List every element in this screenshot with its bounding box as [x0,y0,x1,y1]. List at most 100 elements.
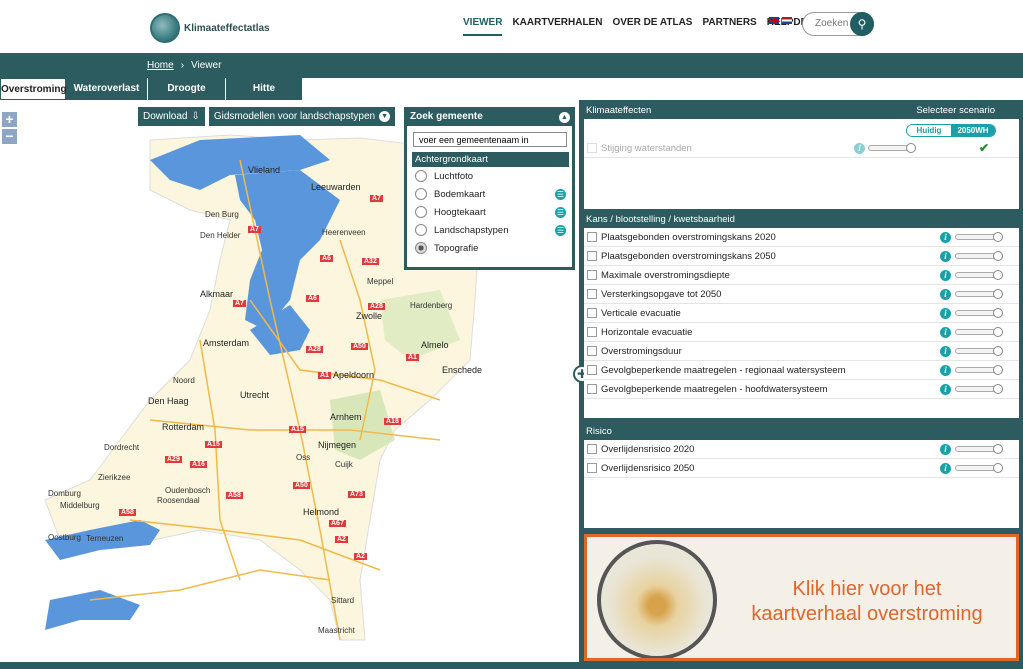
scenario-huidig[interactable]: Huidig [907,125,951,136]
place-middelburg: Middelburg [60,501,100,510]
opacity-slider[interactable] [955,270,1003,280]
basemap-option-topografie[interactable]: Topografie [407,239,572,257]
layer-row: Maximale overstromingsdiepte i [584,266,1019,285]
radio-button-selected[interactable] [415,242,427,254]
radio-button[interactable] [415,224,427,236]
layer-checkbox[interactable] [587,308,597,318]
english-flag-icon[interactable] [769,17,779,24]
info-icon[interactable]: i [940,250,951,262]
opacity-slider[interactable] [955,232,1003,242]
slider-knob[interactable] [993,308,1003,318]
legend-icon[interactable]: ☰ [555,188,566,200]
basemap-option-bodemkaart[interactable]: Bodemkaart ☰ [407,185,572,203]
tab-droogte[interactable]: Droogte [148,78,226,100]
info-icon[interactable]: i [940,231,951,243]
zoom-in-button[interactable]: + [2,112,17,127]
slider-knob[interactable] [993,444,1003,454]
nav-viewer[interactable]: VIEWER [463,17,503,36]
opacity-slider[interactable] [955,384,1003,394]
slider-knob[interactable] [993,365,1003,375]
radio-button[interactable] [415,188,427,200]
download-button[interactable]: Download ⇩ [138,107,205,126]
place-rotterdam: Rotterdam [162,422,205,432]
slider-knob[interactable] [993,384,1003,394]
slider-knob[interactable] [993,289,1003,299]
slider-knob[interactable] [993,346,1003,356]
info-icon[interactable]: i [940,462,951,474]
dutch-flag-icon[interactable] [782,17,792,24]
layer-checkbox[interactable] [587,346,597,356]
radio-button[interactable] [415,170,427,182]
road-shield: A7 [248,226,261,233]
road-shield: A50 [293,482,310,489]
layer-row: Horizontale evacuatie i [584,323,1019,342]
layer-checkbox[interactable] [587,384,597,394]
opacity-slider[interactable] [955,346,1003,356]
basemap-option-hoogtekaart[interactable]: Hoogtekaart ☰ [407,203,572,221]
info-icon[interactable]: i [854,142,865,154]
opacity-slider[interactable] [955,251,1003,261]
road-shield: A29 [165,456,182,463]
basemap-option-landschapstypen[interactable]: Landschapstypen ☰ [407,221,572,239]
info-icon[interactable]: i [940,269,951,281]
layer-checkbox[interactable] [587,444,597,454]
info-icon[interactable]: i [940,288,951,300]
map-toolbar: Download ⇩ Gidsmodellen voor landschapst… [138,107,396,126]
radio-button[interactable] [415,206,427,218]
layer-checkbox[interactable] [587,463,597,473]
opacity-slider[interactable] [955,327,1003,337]
info-icon[interactable]: i [940,307,951,319]
opacity-slider[interactable] [868,143,916,153]
info-icon[interactable]: i [940,383,951,395]
tab-wateroverlast[interactable]: Wateroverlast [66,78,148,100]
breadcrumb-home[interactable]: Home [147,60,174,71]
opacity-slider[interactable] [955,308,1003,318]
tab-overstroming[interactable]: Overstroming [0,78,67,100]
slider-knob[interactable] [906,143,916,153]
basemap-label: Hoogtekaart [434,206,486,218]
nav-kaartverhalen[interactable]: KAARTVERHALEN [512,17,602,36]
chevron-up-icon[interactable]: ▲ [559,112,570,123]
opacity-slider[interactable] [955,365,1003,375]
layer-checkbox[interactable] [587,289,597,299]
slider-knob[interactable] [993,251,1003,261]
breadcrumb-bar: Home › Viewer [0,53,1023,78]
info-icon[interactable]: i [940,345,951,357]
gidsmodellen-button[interactable]: Gidsmodellen voor landschapstypen ▼ [208,107,396,126]
tab-hitte[interactable]: Hitte [226,78,303,100]
layer-checkbox[interactable] [587,365,597,375]
layer-row: Overstromingsduur i [584,342,1019,361]
info-icon[interactable]: i [940,326,951,338]
layer-checkbox[interactable] [587,232,597,242]
info-icon[interactable]: i [940,443,951,455]
risico-section: Risico Overlijdensrisico 2020 i Overlijden… [584,424,1019,528]
nav-over-de-atlas[interactable]: OVER DE ATLAS [612,17,692,36]
legend-icon[interactable]: ☰ [555,206,566,218]
logo[interactable]: Klimaateffectatlas [150,13,270,43]
basemap-option-luchtfoto[interactable]: Luchtfoto [407,167,572,185]
scenario-2050wh[interactable]: 2050WH [951,125,995,136]
nav-partners[interactable]: PARTNERS [702,17,756,36]
opacity-slider[interactable] [955,444,1003,454]
layer-checkbox[interactable] [587,270,597,280]
scenario-toggle[interactable]: Huidig 2050WH [906,124,996,137]
layer-checkbox[interactable] [587,251,597,261]
layer-label: Stijging waterstanden [601,142,692,154]
opacity-slider[interactable] [955,289,1003,299]
search-button[interactable]: ⚲ [850,12,874,36]
slider-knob[interactable] [993,463,1003,473]
kaartverhaal-banner[interactable]: Klik hier voor het kaartverhaal overstro… [584,534,1019,661]
opacity-slider[interactable] [955,463,1003,473]
legend-icon[interactable]: ☰ [555,224,566,236]
layer-checkbox[interactable] [587,327,597,337]
layer-checkbox[interactable] [587,143,597,153]
info-icon[interactable]: i [940,364,951,376]
gemeente-search-input[interactable] [413,132,567,147]
zoom-out-button[interactable]: − [2,129,17,144]
slider-knob[interactable] [993,327,1003,337]
slider-knob[interactable] [993,232,1003,242]
zoek-gemeente-header[interactable]: Zoek gemeente ▲ [407,110,572,126]
road-shield: A73 [348,491,365,498]
road-shield: A1 [318,372,331,379]
slider-knob[interactable] [993,270,1003,280]
